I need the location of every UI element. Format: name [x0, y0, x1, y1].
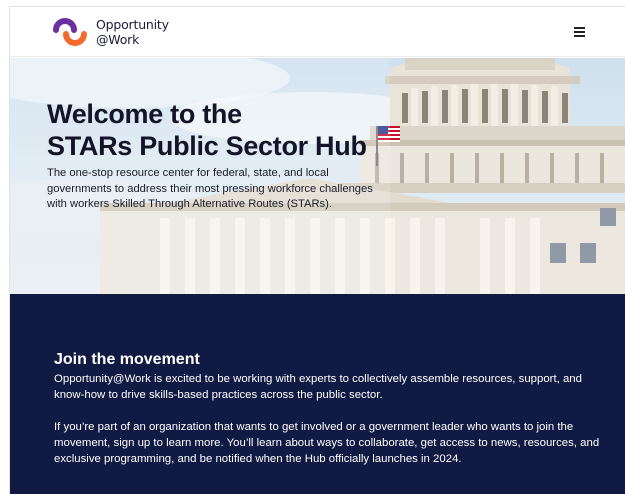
page-frame: Opportunity @Work Welcome to the STARs P…	[9, 6, 625, 494]
hero-banner: Welcome to the STARs Public Sector Hub T…	[10, 58, 625, 294]
join-paragraph-2: If you’re part of an organization that w…	[54, 421, 600, 465]
site-header: Opportunity @Work	[10, 7, 625, 57]
logo-line-1: Opportunity	[96, 17, 169, 32]
title-line-2: STARs Public Sector Hub	[47, 131, 367, 161]
join-title: Join the movement	[54, 351, 200, 368]
logo-line-2: @Work	[96, 32, 140, 47]
join-section: Join the movement Opportunity@Work is ex…	[10, 294, 625, 494]
page-title: Welcome to the STARs Public Sector Hub	[47, 98, 367, 162]
logo-mark-icon	[53, 18, 87, 46]
logo-text: Opportunity @Work	[96, 17, 169, 47]
title-line-1: Welcome to the	[47, 99, 242, 129]
hero-description: The one-stop resource center for federal…	[47, 167, 373, 210]
hamburger-menu-icon[interactable]	[572, 25, 588, 39]
join-paragraph-1: Opportunity@Work is excited to be workin…	[54, 373, 582, 401]
opportunity-at-work-logo[interactable]: Opportunity @Work	[52, 15, 172, 49]
